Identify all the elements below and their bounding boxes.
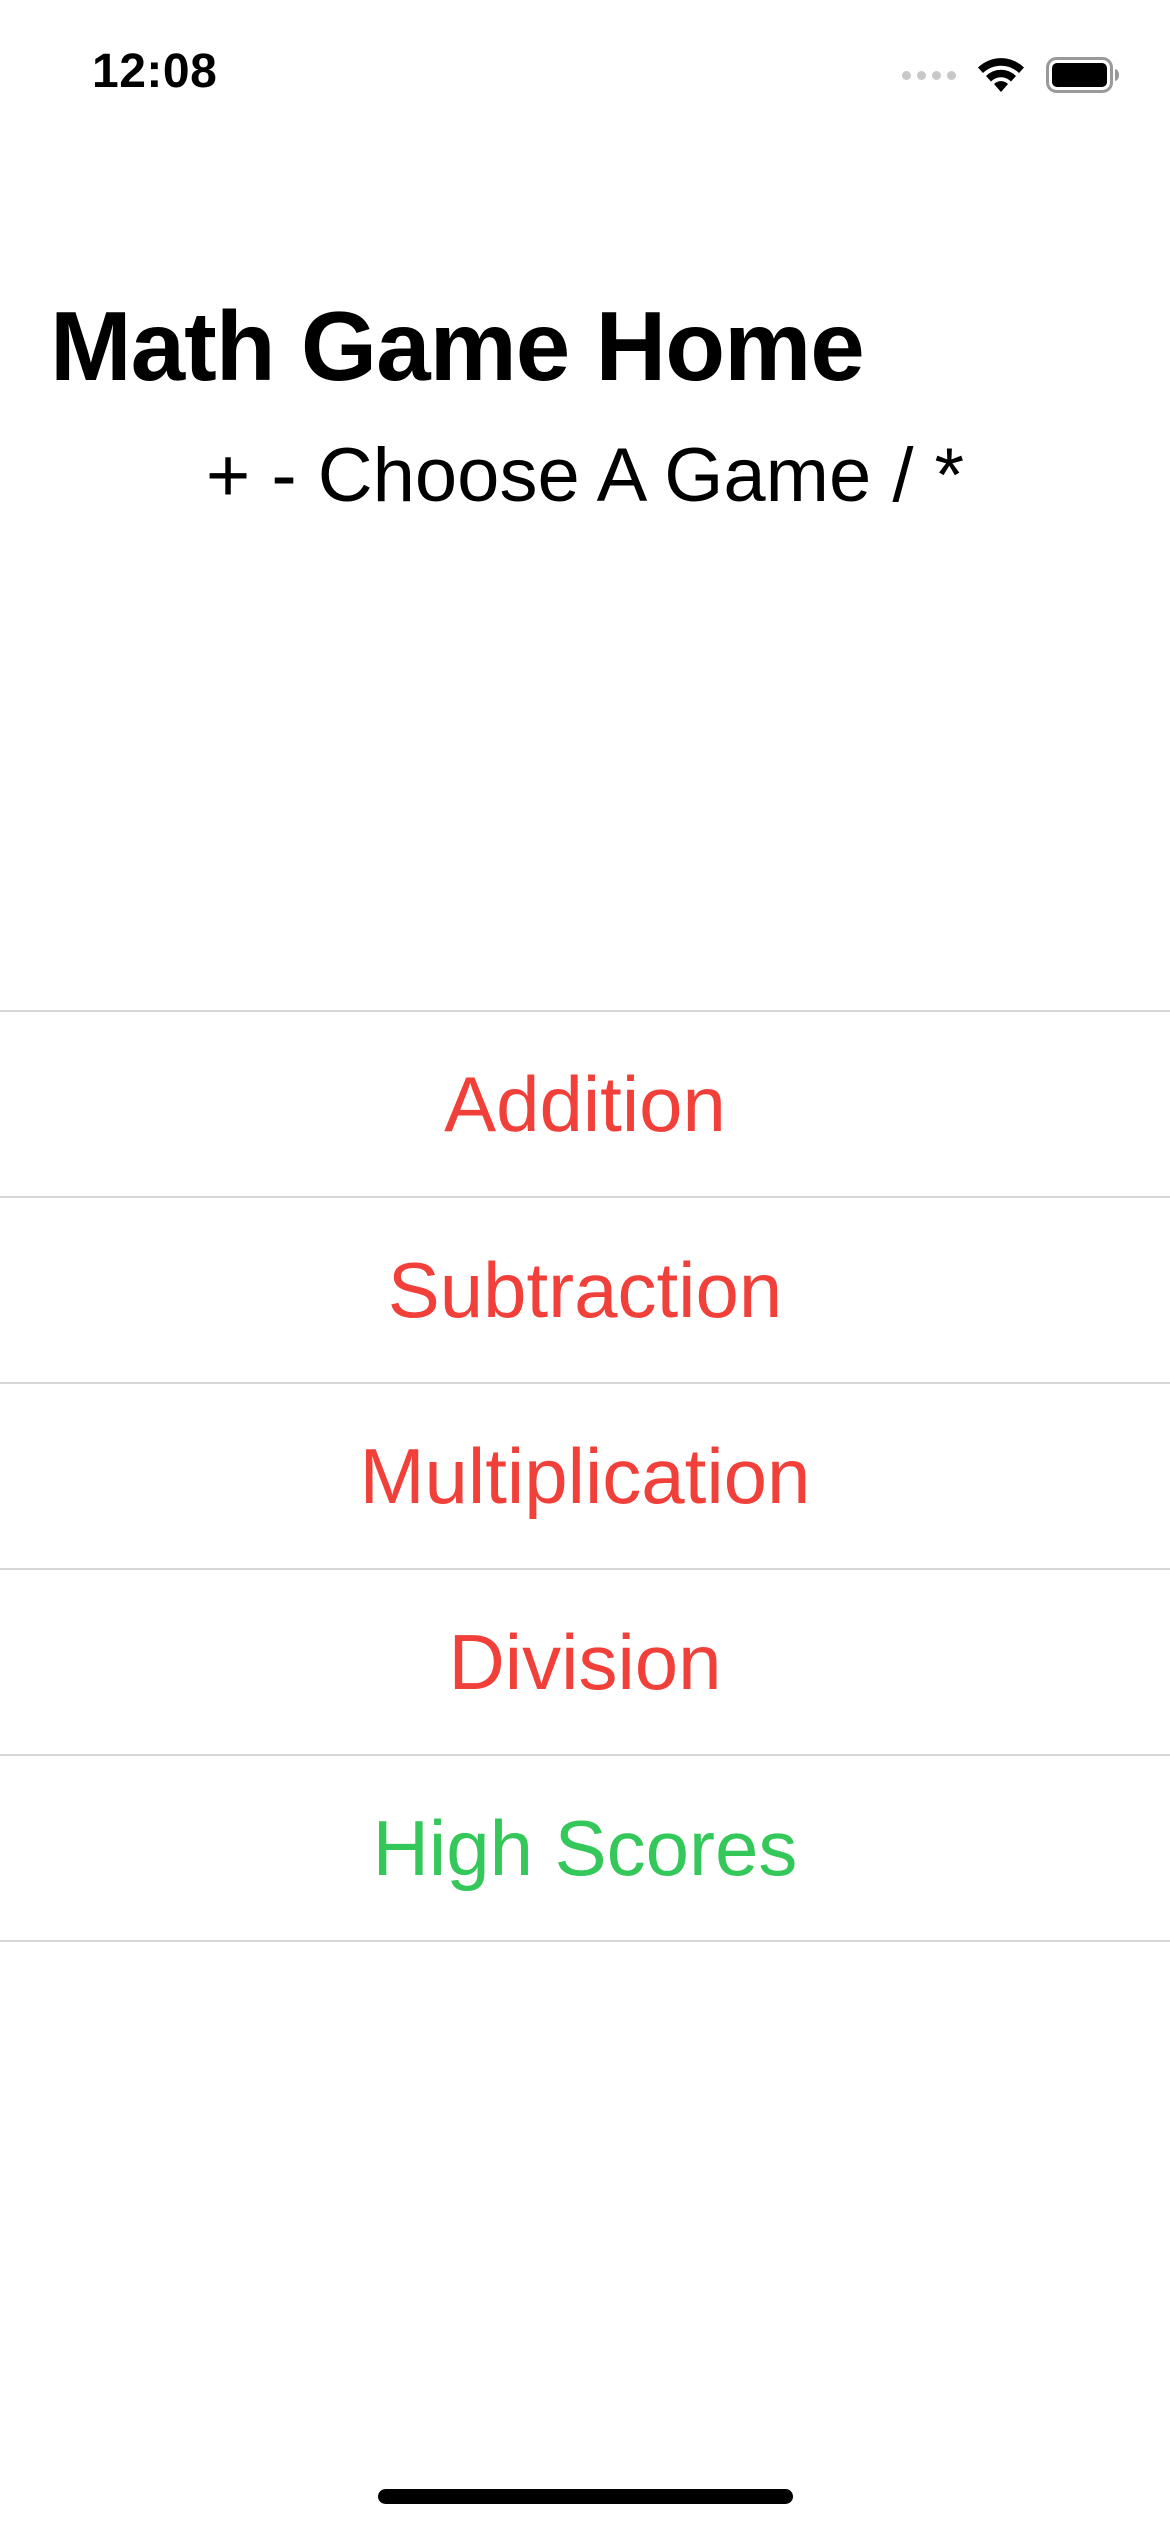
status-bar: 12:08 — [0, 0, 1170, 150]
battery-icon — [1046, 57, 1120, 93]
addition-label: Addition — [444, 1059, 726, 1148]
high-scores-label: High Scores — [372, 1803, 798, 1892]
subtraction-label: Subtraction — [387, 1245, 783, 1334]
status-time: 12:08 — [92, 45, 218, 98]
game-menu-list: Addition Subtraction Multiplication Divi… — [0, 1010, 1170, 1942]
multiplication-label: Multiplication — [359, 1431, 811, 1520]
cellular-signal-icon — [902, 70, 956, 80]
wifi-icon — [976, 56, 1026, 94]
addition-button[interactable]: Addition — [0, 1012, 1170, 1198]
page-subtitle-text: + - Choose A Game / * — [205, 433, 965, 518]
status-indicators — [902, 52, 1120, 98]
home-indicator[interactable] — [378, 2489, 793, 2504]
page-title: Math Game Home — [50, 291, 865, 401]
division-label: Division — [448, 1617, 722, 1706]
multiplication-button[interactable]: Multiplication — [0, 1384, 1170, 1570]
page-subtitle: + - Choose A Game / * — [0, 432, 1170, 519]
subtraction-button[interactable]: Subtraction — [0, 1198, 1170, 1384]
high-scores-button[interactable]: High Scores — [0, 1756, 1170, 1942]
division-button[interactable]: Division — [0, 1570, 1170, 1756]
